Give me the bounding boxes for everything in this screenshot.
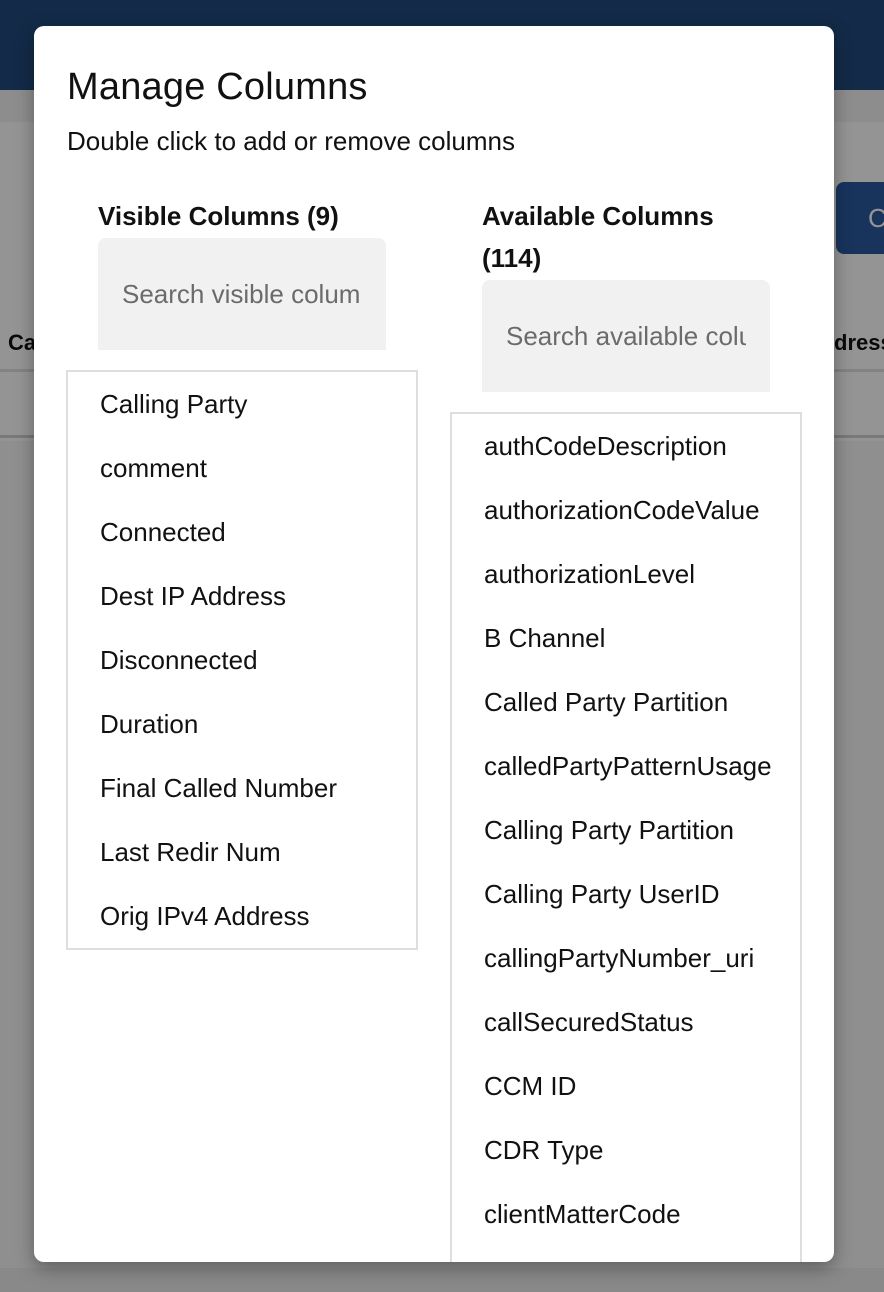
dialog-title: Manage Columns [67, 66, 368, 108]
available-column-item[interactable]: CDR Type [452, 1118, 800, 1182]
manage-columns-dialog: Manage Columns Double click to add or re… [34, 26, 834, 1262]
visible-column-item[interactable]: Orig IPv4 Address [68, 884, 416, 948]
available-column-item[interactable]: Called Party Partition [452, 670, 800, 734]
visible-column-item[interactable]: comment [68, 436, 416, 500]
available-columns-list[interactable]: authCodeDescription authorizationCodeValu… [450, 412, 802, 1262]
visible-column-item[interactable]: Dest IP Address [68, 564, 416, 628]
available-column-item[interactable]: calledPartyPatternUsage [452, 734, 800, 798]
available-column-item[interactable]: callSecuredStatus [452, 990, 800, 1054]
available-columns-heading-label: Available Columns [482, 201, 714, 231]
visible-column-item[interactable]: Last Redir Num [68, 820, 416, 884]
available-column-item[interactable]: clientMatterCode [452, 1182, 800, 1246]
visible-column-item[interactable]: Disconnected [68, 628, 416, 692]
available-columns-search-input[interactable] [482, 280, 770, 392]
available-column-item[interactable]: callingPartyNumber_uri [452, 926, 800, 990]
visible-columns-list[interactable]: Calling Party comment Connected Dest IP Add… [66, 370, 418, 950]
visible-column-item[interactable]: Calling Party [68, 372, 416, 436]
available-column-item[interactable]: authorizationCodeValue [452, 478, 800, 542]
available-column-item[interactable]: CCM ID [452, 1054, 800, 1118]
visible-columns-search-input[interactable] [98, 238, 386, 350]
dialog-instructions: Double click to add or remove columns [67, 126, 515, 156]
visible-columns-heading: Visible Columns (9) [98, 201, 339, 231]
available-column-item[interactable]: Calling Party Partition [452, 798, 800, 862]
available-columns-heading: Available Columns (114) [482, 195, 782, 279]
available-columns-count: (114) [482, 243, 542, 273]
visible-column-item[interactable]: Final Called Number [68, 756, 416, 820]
available-column-item[interactable]: authCodeDescription [452, 414, 800, 478]
available-column-item[interactable]: Calling Party UserID [452, 862, 800, 926]
visible-column-item[interactable]: Duration [68, 692, 416, 756]
available-column-item[interactable]: authorizationLevel [452, 542, 800, 606]
available-column-item[interactable]: B Channel [452, 606, 800, 670]
visible-column-item[interactable]: Connected [68, 500, 416, 564]
